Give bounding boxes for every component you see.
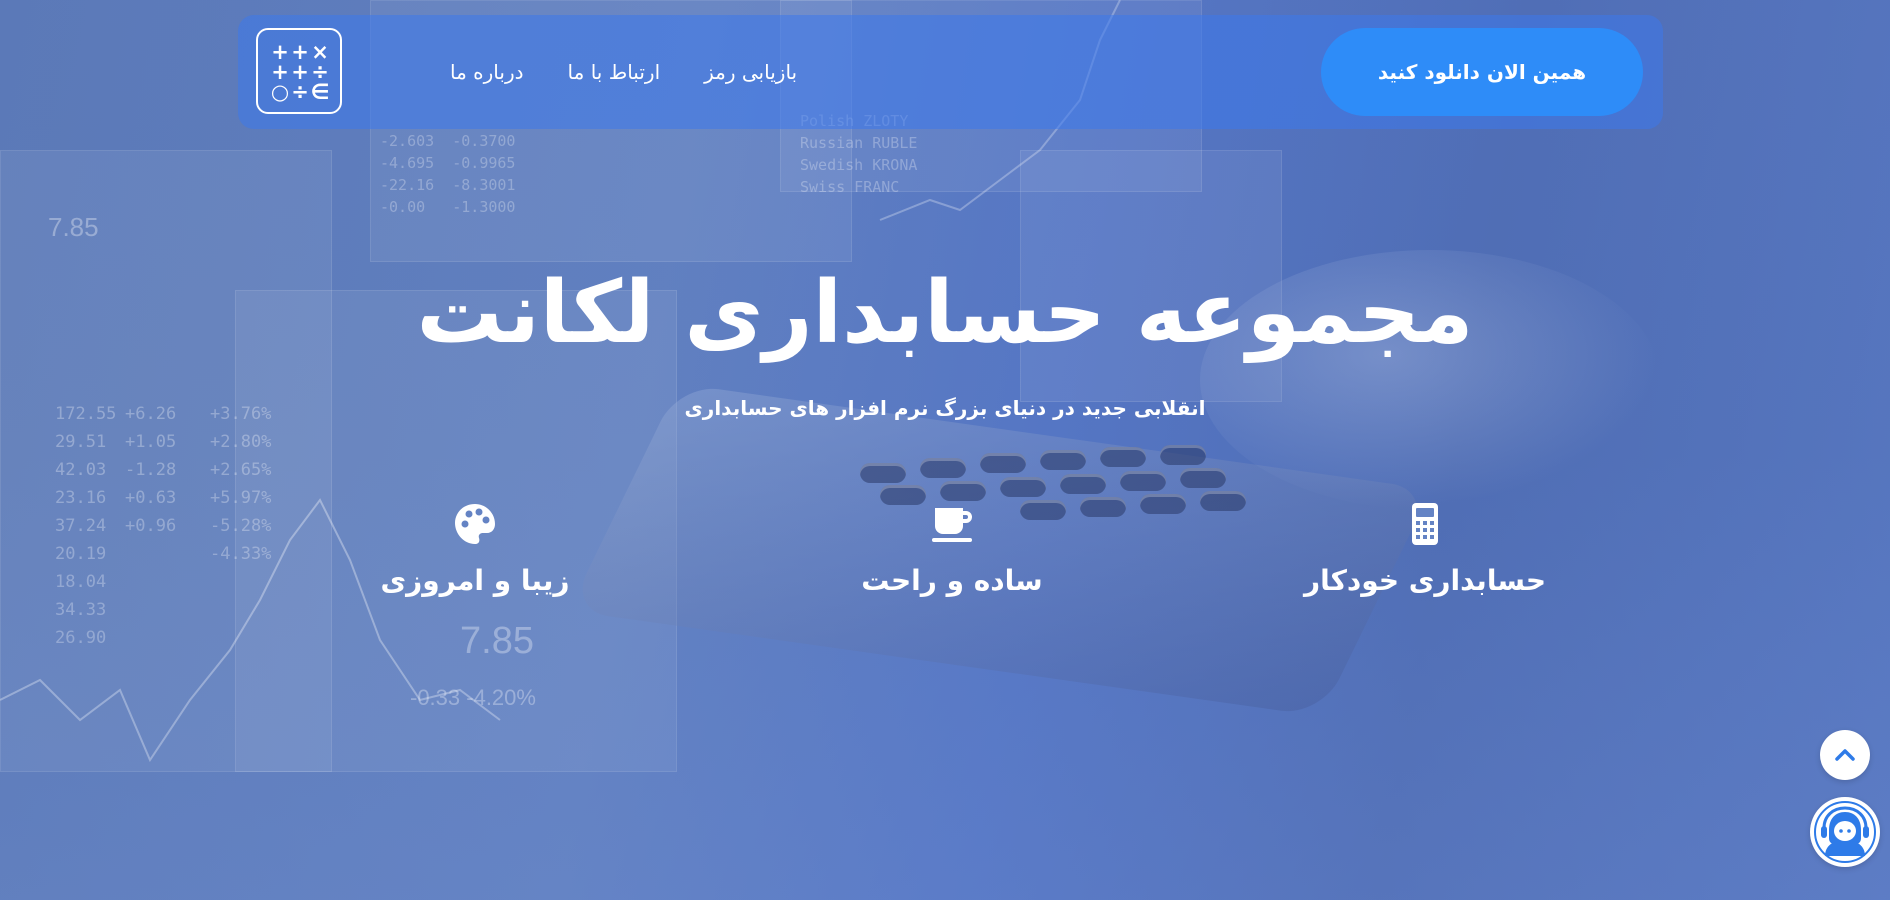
logo-symbol: × (311, 40, 329, 64)
nav-links: بازیابی رمز ارتباط با ما درباره ما (428, 15, 819, 129)
logo-symbol: ○ (270, 80, 290, 104)
hero-title: مجموعه حسابداری لکانت (416, 263, 1474, 363)
palette-icon (455, 504, 495, 544)
logo-symbols: + + × + + ÷ ○ ÷ ∈ (270, 40, 330, 104)
support-agent-icon (1814, 801, 1876, 863)
logo[interactable]: + + × + + ÷ ○ ÷ ∈ (256, 28, 342, 114)
logo-symbol: ∈ (310, 80, 330, 104)
background-image: 172.55 29.51 42.03 23.16 37.24 20.19 18.… (0, 0, 1890, 900)
support-chat-button[interactable] (1810, 797, 1880, 867)
download-now-button[interactable]: همین الان دانلود کنید (1321, 28, 1643, 116)
bg-overlay (0, 0, 1890, 900)
nav-link-contact-us[interactable]: ارتباط با ما (546, 60, 683, 84)
nav-link-password-recovery[interactable]: بازیابی رمز (682, 60, 819, 84)
nav-link-about-us[interactable]: درباره ما (428, 60, 546, 84)
logo-symbol: + (291, 60, 309, 84)
navbar: + + × + + ÷ ○ ÷ ∈ بازیابی رمز ارتباط با … (238, 15, 1663, 129)
coffee-cup-icon (932, 508, 972, 542)
hero-section: 172.55 29.51 42.03 23.16 37.24 20.19 18.… (0, 0, 1890, 900)
feature-beautiful-modern: زیبا و امروزی (315, 500, 635, 597)
feature-label: زیبا و امروزی (380, 564, 570, 597)
logo-symbol: ÷ (311, 60, 329, 84)
hero-subtitle: انقلابی جدید در دنیای بزرگ نرم افزار های… (684, 396, 1206, 420)
feature-label: حسابداری خودکار (1303, 564, 1547, 597)
logo-symbol: + (271, 40, 289, 64)
feature-simple-easy: ساده و راحت (792, 500, 1112, 597)
feature-automatic-accounting: حسابداری خودکار (1265, 500, 1585, 597)
scroll-to-top-button[interactable] (1820, 730, 1870, 780)
logo-symbol: + (271, 60, 289, 84)
feature-label: ساده و راحت (861, 564, 1043, 597)
logo-symbol: ÷ (291, 80, 309, 104)
logo-symbol: + (291, 40, 309, 64)
chevron-up-icon (1835, 749, 1855, 761)
calculator-icon (1412, 503, 1438, 545)
